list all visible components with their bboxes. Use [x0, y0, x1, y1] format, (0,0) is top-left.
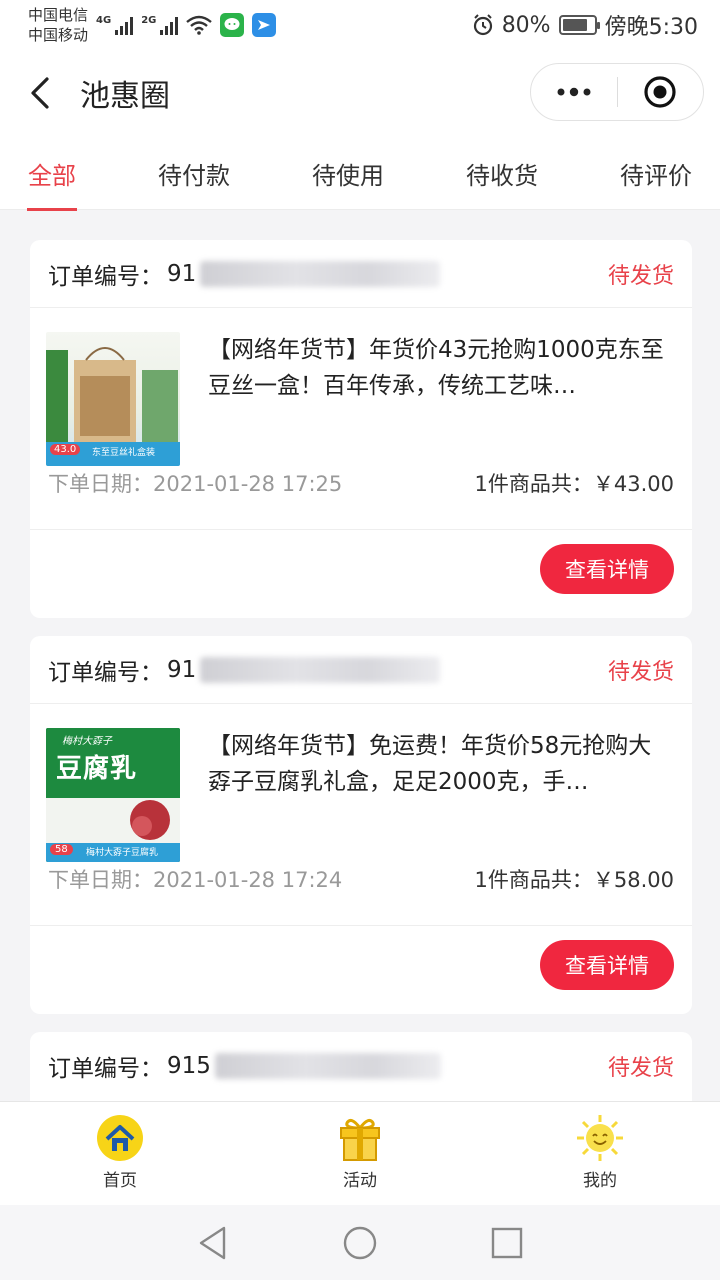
back-button[interactable] — [0, 50, 80, 136]
order-number-value: 91 — [167, 656, 197, 683]
wechat-app-icon — [220, 13, 245, 37]
carrier-2: 中国移动 — [28, 26, 89, 44]
home-icon — [94, 1114, 146, 1162]
nav-recents-button[interactable] — [485, 1221, 529, 1265]
thumbnail-price: 58 — [50, 844, 73, 855]
thumbnail-subheading: 梅村大孬子 — [62, 736, 112, 747]
view-details-button[interactable]: 查看详情 — [540, 544, 674, 594]
order-number-label: 订单编号： — [48, 263, 163, 290]
order-status: 待发货 — [607, 1056, 674, 1081]
more-dots-icon — [557, 87, 591, 97]
view-details-button[interactable]: 查看详情 — [540, 940, 674, 990]
order-date-value: 2021-01-28 17:24 — [153, 868, 343, 892]
order-card: 订单编号： 91 待发货 梅村大孬子 豆腐乳 58 梅村大孬子豆腐乳 【网络年货… — [30, 636, 692, 1014]
thumbnail-caption: 梅村大孬子豆腐乳 — [86, 848, 159, 858]
battery-percent: 80% — [501, 12, 551, 38]
thumbnail-heading: 豆腐乳 — [56, 754, 138, 784]
order-date: 下单日期：2021-01-28 17:25 — [48, 468, 342, 498]
carrier-1: 中国电信 — [28, 6, 89, 24]
product-title: 【网络年货节】年货价43元抢购1000克东至豆丝一盒！百年传承，传统工艺味… — [208, 337, 664, 399]
bottom-tab-bar: 首页 活动 我的 — [0, 1101, 720, 1205]
product-thumbnail[interactable]: 梅村大孬子 豆腐乳 58 梅村大孬子豆腐乳 — [46, 728, 180, 862]
redacted-order-number — [214, 1053, 441, 1079]
mini-program-capsule — [530, 63, 704, 121]
tabbar-label: 首页 — [103, 1171, 137, 1191]
tab-pending-use[interactable]: 待使用 — [312, 156, 384, 191]
goods-row[interactable]: 梅村大孬子 豆腐乳 58 梅村大孬子豆腐乳 【网络年货节】免运费！年货价58元抢… — [30, 704, 692, 864]
clock: 傍晚5:30 — [604, 15, 698, 40]
order-date-value: 2021-01-28 17:25 — [153, 472, 343, 496]
goods-row[interactable]: 43.0 东至豆丝礼盒装 【网络年货节】年货价43元抢购1000克东至豆丝一盒！… — [30, 308, 692, 468]
circle-home-icon — [343, 1226, 377, 1259]
order-total: 1件商品共：￥58.00 — [474, 868, 674, 892]
tab-all[interactable]: 全部 — [28, 156, 76, 191]
order-date: 下单日期：2021-01-28 17:24 — [48, 864, 342, 894]
close-mini-program-button[interactable] — [618, 64, 704, 120]
signal-2g-icon: 2G — [141, 15, 179, 35]
redacted-order-number — [200, 656, 441, 683]
tab-pending-payment[interactable]: 待付款 — [158, 156, 230, 191]
tab-pending-review[interactable]: 待评价 — [620, 156, 692, 191]
thumbnail-caption: 东至豆丝礼盒装 — [92, 448, 156, 458]
signal-4g-icon: 4G — [96, 15, 134, 35]
order-card: 订单编号： 91 待发货 43.0 东至豆丝礼盒装 【网络年货节】年货价43元抢 — [30, 240, 692, 618]
triangle-back-icon — [200, 1226, 226, 1259]
tabbar-mine[interactable]: 我的 — [480, 1102, 720, 1205]
order-number: 订单编号： 915 — [48, 1049, 441, 1083]
product-thumbnail[interactable]: 43.0 东至豆丝礼盒装 — [46, 332, 180, 466]
system-navigation-bar — [0, 1205, 720, 1280]
battery-icon — [558, 15, 600, 35]
nav-home-button[interactable] — [338, 1221, 382, 1265]
chevron-left-icon — [31, 77, 49, 109]
status-bar: 中国电信 中国移动 4G 2G 80% 傍晚5:30 — [0, 0, 720, 50]
order-number-value: 91 — [167, 260, 197, 287]
wifi-icon — [186, 15, 213, 35]
order-total: 1件商品共：￥43.00 — [474, 472, 674, 496]
order-number: 订单编号： 91 — [48, 257, 441, 291]
tabbar-label: 我的 — [583, 1171, 617, 1191]
tab-pending-receipt[interactable]: 待收货 — [466, 156, 538, 191]
target-close-icon — [644, 76, 676, 108]
order-tabs: 全部 待付款 待使用 待收货 待评价 — [0, 136, 720, 211]
order-number: 订单编号： 91 — [48, 653, 441, 687]
order-status: 待发货 — [607, 263, 674, 289]
order-number-value: 915 — [167, 1053, 211, 1079]
square-recents-icon — [491, 1227, 522, 1258]
tabbar-home[interactable]: 首页 — [0, 1102, 240, 1205]
page-title: 池惠圈 — [80, 79, 170, 114]
product-title: 【网络年货节】免运费！年货价58元抢购大孬子豆腐乳礼盒，足足2000克，手… — [208, 733, 652, 795]
order-list: 订单编号： 91 待发货 43.0 东至豆丝礼盒装 【网络年货节】年货价43元抢 — [0, 211, 720, 1101]
order-number-label: 订单编号： — [48, 659, 163, 686]
order-card: 订单编号： 915 待发货 — [30, 1032, 692, 1101]
gift-icon — [334, 1114, 386, 1162]
order-number-label: 订单编号： — [48, 1056, 163, 1082]
tabbar-label: 活动 — [343, 1171, 377, 1191]
message-app-icon — [252, 13, 277, 37]
more-button[interactable] — [531, 64, 617, 120]
order-date-label: 下单日期： — [48, 472, 153, 496]
carrier-names: 中国电信 中国移动 — [28, 5, 88, 45]
sun-face-icon — [574, 1114, 626, 1162]
header: 池惠圈 — [0, 50, 720, 136]
alarm-icon — [473, 14, 492, 36]
order-date-label: 下单日期： — [48, 868, 153, 892]
order-status: 待发货 — [607, 659, 674, 685]
redacted-order-number — [200, 260, 441, 287]
thumbnail-price: 43.0 — [50, 444, 81, 455]
nav-back-button[interactable] — [191, 1221, 235, 1265]
tabbar-activity[interactable]: 活动 — [240, 1102, 480, 1205]
